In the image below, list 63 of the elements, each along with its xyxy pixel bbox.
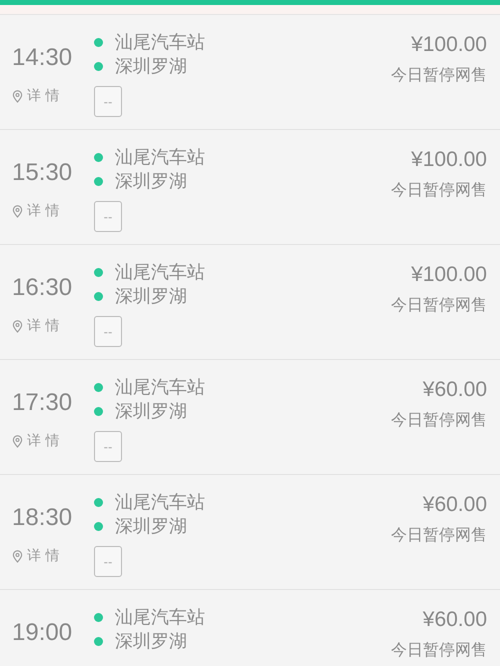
details-link[interactable]: 详 情 [27,317,60,335]
sale-status: 今日暂停网售 [391,295,487,316]
ticket-price: ¥100.00 [411,263,487,287]
sale-status: 今日暂停网售 [391,525,487,546]
ticket-price: ¥60.00 [422,493,487,517]
details-link[interactable]: 详 情 [27,202,60,220]
stop-dot [94,176,103,186]
trip-row[interactable]: 19:00 汕尾汽车站 深圳罗湖 ¥60.00 今日暂停网售 [0,590,500,666]
station-name: 深圳罗湖 [115,630,187,653]
departure-time: 19:00 [12,619,74,647]
sale-status: 今日暂停网售 [391,180,487,201]
departure-time: 17:30 [12,389,74,417]
trip-row[interactable]: 18:30 详 情 汕尾汽车站 深圳罗湖 -- ¥60.00 今日暂停网售 [0,475,500,590]
stop-dot [94,292,103,300]
stop-dot [94,62,103,70]
stop-dot [94,382,103,392]
sale-status: 今日暂停网售 [391,640,487,661]
stop-dot [94,612,103,622]
stop-dot [94,522,103,530]
stop-dot [94,38,103,46]
ticket-price: ¥60.00 [422,608,487,632]
departure-time: 16:30 [12,274,74,302]
station-name: 深圳罗湖 [115,170,187,193]
trip-row[interactable]: 15:30 详 情 汕尾汽车站 深圳罗湖 -- ¥100.00 今日暂停网售 [0,130,500,245]
seat-tag: -- [94,431,122,462]
details-link[interactable]: 详 情 [27,432,60,450]
seat-tag: -- [94,316,122,347]
seat-tag: -- [94,86,122,117]
station-name: 汕尾汽车站 [115,261,205,284]
station-name: 汕尾汽车站 [115,146,205,169]
seat-tag: -- [94,201,122,232]
seat-tag: -- [94,546,122,577]
stop-dot [94,152,103,162]
station-name: 汕尾汽车站 [115,376,205,399]
ticket-price: ¥100.00 [411,148,487,172]
station-name: 汕尾汽车站 [115,31,205,54]
details-link[interactable]: 详 情 [27,87,60,105]
departure-time: 15:30 [12,159,74,187]
ticket-price: ¥60.00 [422,378,487,402]
station-name: 深圳罗湖 [115,285,187,308]
stop-dot [94,268,103,276]
location-pin-icon [12,320,23,332]
station-name: 汕尾汽车站 [115,491,205,514]
ticket-price: ¥100.00 [411,33,487,57]
trip-row[interactable]: 17:30 详 情 汕尾汽车站 深圳罗湖 -- ¥60.00 今日暂停网售 [0,360,500,475]
trip-row[interactable]: 16:30 详 情 汕尾汽车站 深圳罗湖 -- ¥100.00 今日暂停网售 [0,245,500,360]
stop-dot [94,406,103,416]
stop-dot [94,636,103,646]
station-name: 汕尾汽车站 [115,606,205,629]
station-name: 深圳罗湖 [115,400,187,423]
trip-row[interactable]: 14:30 详 情 汕尾汽车站 深圳罗湖 -- ¥100.00 今日暂停网售 [0,15,500,130]
location-pin-icon [12,434,23,448]
departure-time: 14:30 [12,44,74,72]
details-link[interactable]: 详 情 [27,547,60,565]
station-name: 深圳罗湖 [115,55,187,78]
location-pin-icon [12,550,23,562]
location-pin-icon [12,90,23,102]
sale-status: 今日暂停网售 [391,65,487,86]
stop-dot [94,498,103,506]
departure-time: 18:30 [12,504,74,532]
location-pin-icon [12,204,23,218]
station-name: 深圳罗湖 [115,515,187,538]
sale-status: 今日暂停网售 [391,410,487,431]
